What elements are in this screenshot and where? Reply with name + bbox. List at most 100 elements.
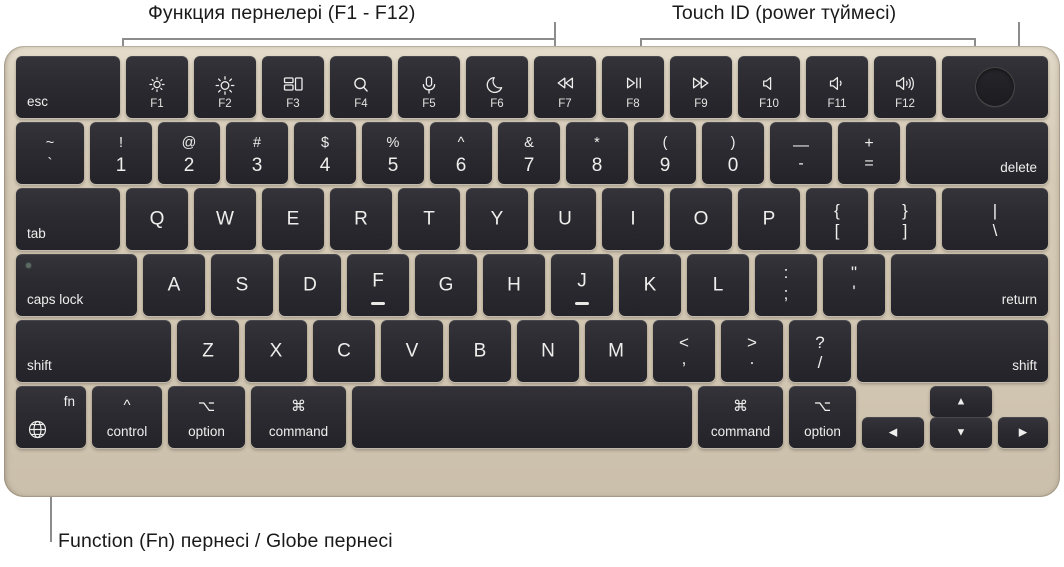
key-o[interactable]: O [670,188,732,250]
key-6[interactable]: ^ 6 [430,122,492,184]
key-slash[interactable]: ? / [789,320,851,382]
key-f1[interactable]: F1 [126,56,188,118]
key-7[interactable]: & 7 [498,122,560,184]
key-bracket-right[interactable]: } ] [874,188,936,250]
key-arrow-left[interactable]: ◀ [862,417,924,448]
key-f7[interactable]: F7 [534,56,596,118]
key-f[interactable]: F [347,254,409,316]
key-semicolon[interactable]: : ; [755,254,817,316]
key-arrow-right[interactable]: ▶ [998,417,1048,448]
key-space[interactable] [352,386,692,448]
key-f3[interactable]: F3 [262,56,324,118]
key-1[interactable]: ! 1 [90,122,152,184]
key-minus[interactable]: — - [770,122,832,184]
key-command-right[interactable]: ⌘ command [698,386,783,448]
key-p[interactable]: P [738,188,800,250]
key-legend-lower: - [798,155,804,173]
key-k[interactable]: K [619,254,681,316]
key-y[interactable]: Y [466,188,528,250]
key-e[interactable]: E [262,188,324,250]
key-r[interactable]: R [330,188,392,250]
key-return[interactable]: return [891,254,1048,316]
key-l[interactable]: L [687,254,749,316]
key-9[interactable]: ( 9 [634,122,696,184]
key-s[interactable]: S [211,254,273,316]
key-j[interactable]: J [551,254,613,316]
key-m[interactable]: M [585,320,647,382]
key-fkey-label: F8 [626,98,640,110]
key-backslash[interactable]: | \ [942,188,1048,250]
option-symbol-icon: ⌥ [197,398,216,415]
key-i[interactable]: I [602,188,664,250]
key-legend-upper: # [252,134,262,151]
key-f8[interactable]: F8 [602,56,664,118]
key-f12[interactable]: F12 [874,56,936,118]
key-command-left[interactable]: ⌘ command [251,386,346,448]
key-v[interactable]: V [381,320,443,382]
key-legend-lower: 4 [319,155,331,177]
key-d[interactable]: D [279,254,341,316]
arrow-right-icon: ▶ [1018,426,1028,438]
key-option-left[interactable]: ⌥ option [168,386,245,448]
key-legend-lower: 5 [387,155,399,177]
key-legend: F [372,270,384,292]
leader-line-function-keys [554,22,556,39]
key-4[interactable]: $ 4 [294,122,356,184]
key-q[interactable]: Q [126,188,188,250]
key-touch-id-power[interactable] [942,56,1048,118]
key-legend-lower: 8 [591,155,603,177]
key-8[interactable]: * 8 [566,122,628,184]
key-option-right[interactable]: ⌥ option [789,386,856,448]
bracket-function-keys [122,38,556,40]
key-quote[interactable]: " ' [823,254,885,316]
key-f4[interactable]: F4 [330,56,392,118]
brightness-up-icon [194,76,256,95]
key-label: command [268,424,329,439]
key-h[interactable]: H [483,254,545,316]
key-fn-globe[interactable]: fn [16,386,86,448]
key-label: option [804,424,841,439]
key-0[interactable]: ) 0 [702,122,764,184]
key-b[interactable]: B [449,320,511,382]
key-label: command [710,424,771,439]
key-shift-right[interactable]: shift [857,320,1048,382]
key-5[interactable]: % 5 [362,122,424,184]
key-legend: Q [149,208,165,230]
key-3[interactable]: # 3 [226,122,288,184]
key-delete[interactable]: delete [906,122,1048,184]
key-equal[interactable]: + = [838,122,900,184]
key-bracket-left[interactable]: { [ [806,188,868,250]
key-f9[interactable]: F9 [670,56,732,118]
key-x[interactable]: X [245,320,307,382]
key-arrow-down[interactable]: ▼ [930,417,992,448]
key-2[interactable]: @ 2 [158,122,220,184]
key-g[interactable]: G [415,254,477,316]
key-fkey-label: F12 [895,98,915,110]
key-f10[interactable]: F10 [738,56,800,118]
key-arrow-up[interactable]: ▲ [930,386,992,417]
key-z[interactable]: Z [177,320,239,382]
arrow-up-icon: ▲ [955,395,967,407]
key-u[interactable]: U [534,188,596,250]
key-n[interactable]: N [517,320,579,382]
callout-touch-id: Touch ID (power түймесі) [672,2,897,24]
key-f6[interactable]: F6 [466,56,528,118]
key-legend: X [269,340,283,362]
key-period[interactable]: > . [721,320,783,382]
key-f2[interactable]: F2 [194,56,256,118]
key-well: esc F1 F2 F3 F4 F5 F6 F7 F8 F9 F10 F11 F… [16,56,1048,487]
key-shift-left[interactable]: shift [16,320,171,382]
key-f11[interactable]: F11 [806,56,868,118]
key-esc[interactable]: esc [16,56,120,118]
key-t[interactable]: T [398,188,460,250]
key-a[interactable]: A [143,254,205,316]
key-control[interactable]: ^ control [92,386,162,448]
key-backtick[interactable]: ~ ` [16,122,84,184]
key-comma[interactable]: < , [653,320,715,382]
key-caps-lock[interactable]: caps lock [16,254,137,316]
key-tab[interactable]: tab [16,188,120,250]
key-f5[interactable]: F5 [398,56,460,118]
arrow-left-icon: ◀ [888,426,898,438]
key-c[interactable]: C [313,320,375,382]
key-w[interactable]: W [194,188,256,250]
